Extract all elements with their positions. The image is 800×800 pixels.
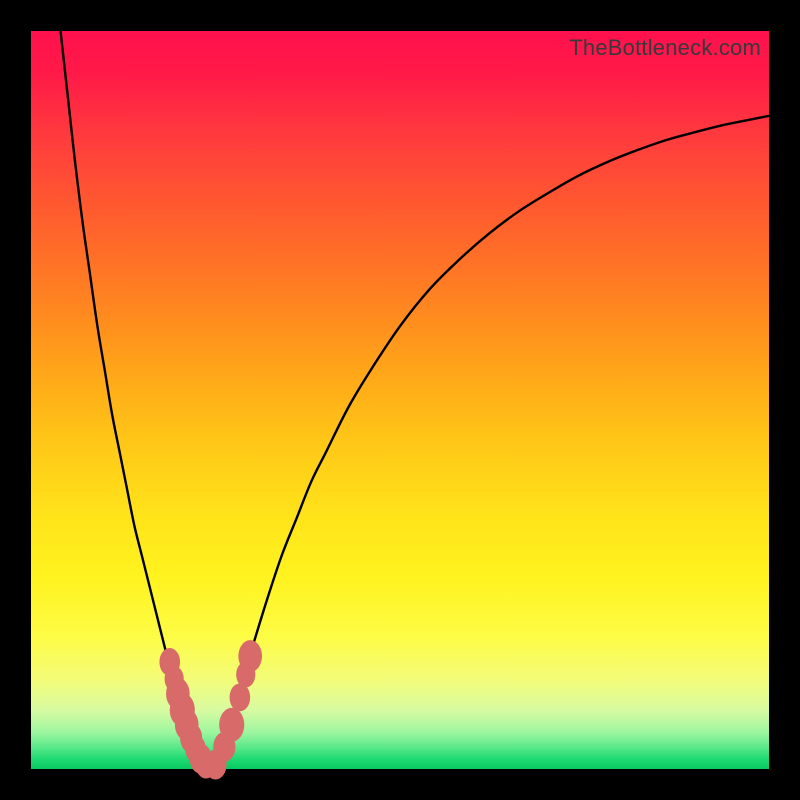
right-bead xyxy=(230,683,251,711)
plot-area: TheBottleneck.com xyxy=(31,31,769,769)
curve-right-curve xyxy=(216,116,770,767)
curve-left-curve xyxy=(61,31,205,767)
curve-layer xyxy=(31,31,769,769)
chart-frame: TheBottleneck.com xyxy=(0,0,800,800)
right-bead xyxy=(219,708,244,742)
right-bead xyxy=(238,640,262,672)
